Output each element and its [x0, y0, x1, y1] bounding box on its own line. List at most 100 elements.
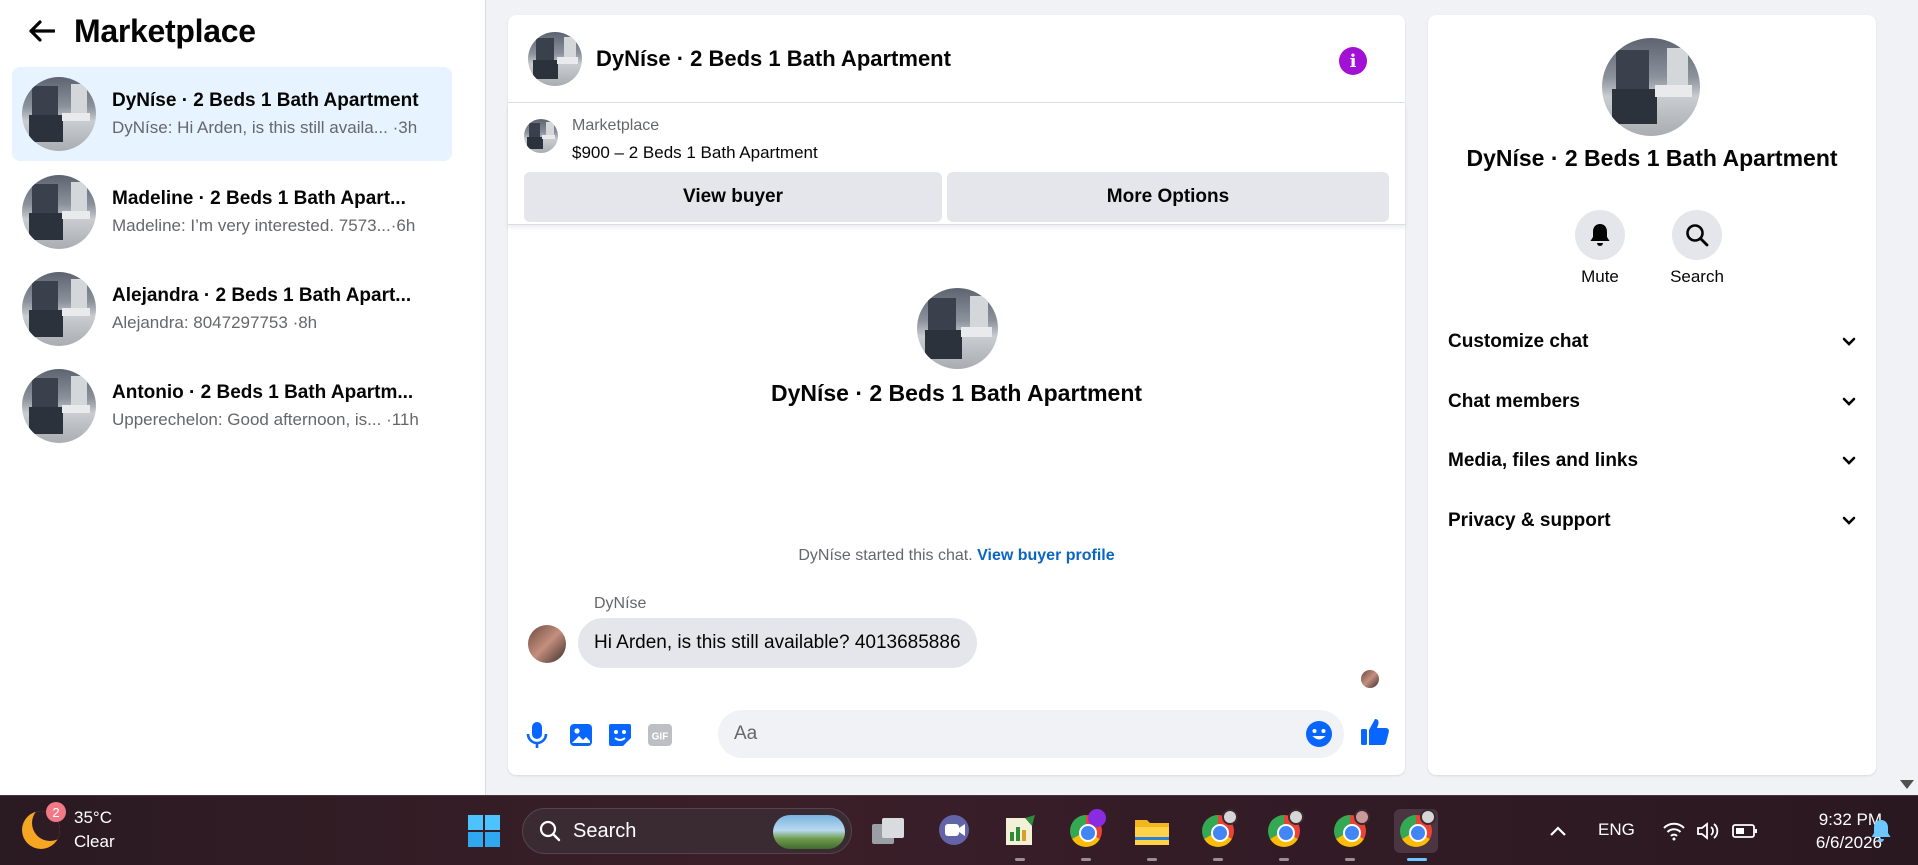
customize-chat-section[interactable]: Customize chat [1448, 322, 1856, 362]
buyer-name: DyNíse · 2 Beds 1 Bath Apartment [770, 380, 1143, 406]
conversation-item[interactable]: Alejandra · 2 Beds 1 Bath Apart... Aleja… [12, 262, 452, 356]
active-indicator [1407, 858, 1427, 861]
search-icon [539, 820, 561, 842]
conversation-name: Alejandra · 2 Beds 1 Bath Apart... [112, 285, 412, 306]
chevron-down-icon [1842, 456, 1856, 465]
taskbar-search-box[interactable]: Search [522, 808, 852, 854]
microphone-icon[interactable] [520, 718, 554, 752]
svg-text:GIF: GIF [652, 732, 669, 743]
section-label: Privacy & support [1448, 510, 1611, 531]
back-arrow-icon[interactable] [24, 13, 60, 49]
wifi-icon[interactable] [1660, 809, 1688, 853]
seen-indicator-avatar [1361, 670, 1379, 688]
conversation-item[interactable]: DyNíse · 2 Beds 1 Bath Apartment DyNíse:… [12, 67, 452, 161]
volume-icon[interactable] [1694, 809, 1722, 853]
task-view-icon[interactable] [866, 809, 910, 853]
mute-button[interactable]: Mute [1560, 210, 1640, 287]
running-indicator [1015, 858, 1025, 861]
sticker-icon[interactable] [603, 718, 637, 752]
message-bubble[interactable]: Hi Arden, is this still available? 40136… [578, 618, 977, 668]
bell-icon [1575, 210, 1625, 260]
privacy-support-section[interactable]: Privacy & support [1448, 501, 1856, 541]
section-label: Media, files and links [1448, 450, 1639, 471]
chat-header: DyNíse · 2 Beds 1 Bath Apartment [508, 15, 1405, 103]
message-composer: GIF Aa [508, 710, 1405, 760]
notification-bell-icon[interactable] [1866, 809, 1896, 853]
gif-icon[interactable]: GIF [643, 718, 677, 752]
conversation-time: ·8h [292, 313, 318, 332]
windows-taskbar: 2 35°C Clear Search ENG 9:32 PM 6/6/2026 [0, 795, 1918, 865]
chrome-icon[interactable] [1328, 809, 1372, 853]
mute-label: Mute [1581, 267, 1619, 286]
excel-chart-icon[interactable] [998, 809, 1042, 853]
chrome-icon[interactable] [1196, 809, 1240, 853]
more-options-button[interactable]: More Options [947, 172, 1389, 222]
conversation-name: DyNíse · 2 Beds 1 Bath Apartment [112, 90, 419, 111]
view-buyer-profile-link[interactable]: View buyer profile [977, 547, 1115, 564]
search-icon [1672, 210, 1722, 260]
running-indicator [1081, 858, 1091, 861]
conversation-item[interactable]: Antonio · 2 Beds 1 Bath Apartm... Uppere… [12, 359, 452, 453]
running-indicator [1345, 858, 1355, 861]
sidebar-header: Marketplace [0, 0, 485, 62]
battery-icon[interactable] [1730, 809, 1760, 853]
conversation-name: Antonio · 2 Beds 1 Bath Apartm... [112, 382, 414, 403]
notification-badge: 2 [46, 802, 66, 822]
marketplace-listing-bar: Marketplace $900 – 2 Beds 1 Bath Apartme… [508, 103, 1405, 225]
started-text: DyNíse started this chat. [798, 547, 973, 564]
conversation-sidebar: Marketplace DyNíse · 2 Beds 1 Bath Apart… [0, 0, 486, 795]
conversation-time: ·11h [386, 410, 419, 429]
chevron-down-icon [1842, 397, 1856, 406]
emoji-icon[interactable] [1302, 717, 1336, 751]
message-sender: DyNíse [594, 595, 647, 612]
conversation-name: Madeline · 2 Beds 1 Bath Apart... [112, 188, 406, 209]
listing-thumbnail[interactable] [524, 119, 558, 153]
profile-name: DyNíse · 2 Beds 1 Bath Apartment [1466, 145, 1838, 171]
section-label: Customize chat [1448, 331, 1589, 352]
running-indicator [1147, 858, 1157, 861]
conversation-time: ·6h [390, 216, 416, 235]
chrome-icon-active[interactable] [1394, 809, 1438, 853]
conversation-details-panel: DyNíse · 2 Beds 1 Bath Apartment Mute Se… [1428, 15, 1876, 775]
conversation-time: ·3h [392, 118, 418, 137]
chat-members-section[interactable]: Chat members [1448, 382, 1856, 422]
weather-widget[interactable]: 2 35°C Clear [22, 802, 115, 854]
avatar [22, 175, 96, 249]
chrome-icon[interactable] [1262, 809, 1306, 853]
file-explorer-icon[interactable] [1130, 809, 1174, 853]
chat-title[interactable]: DyNíse · 2 Beds 1 Bath Apartment [596, 46, 951, 72]
view-buyer-button[interactable]: View buyer [524, 172, 942, 222]
buyer-avatar[interactable] [917, 288, 998, 369]
search-in-chat-button[interactable]: Search [1657, 210, 1737, 287]
message-input[interactable]: Aa [718, 710, 1344, 758]
teams-icon[interactable] [932, 809, 976, 853]
conversation-preview: Madeline: I’m very interested. 7573... [112, 216, 391, 235]
marketplace-label: Marketplace [572, 117, 660, 134]
avatar [22, 77, 96, 151]
chat-avatar[interactable] [528, 31, 582, 86]
thumbs-up-icon[interactable] [1358, 715, 1392, 749]
message-input-placeholder: Aa [734, 723, 758, 744]
profile-avatar[interactable] [1602, 38, 1700, 136]
taskbar-search-label: Search [573, 819, 637, 842]
media-files-links-section[interactable]: Media, files and links [1448, 441, 1856, 481]
scroll-down-arrow-icon[interactable] [1900, 780, 1914, 789]
section-label: Chat members [1448, 391, 1580, 412]
chat-started-notice: DyNíse started this chat. View buyer pro… [508, 547, 1405, 565]
chrome-icon[interactable] [1064, 809, 1108, 853]
chevron-up-icon[interactable] [1536, 809, 1580, 853]
conversation-preview: Upperechelon: Good afternoon, is... [112, 410, 382, 429]
sender-avatar[interactable] [528, 625, 566, 663]
chevron-down-icon [1842, 516, 1856, 525]
language-indicator[interactable]: ENG [1598, 820, 1635, 840]
search-highlight-image [773, 815, 845, 849]
photo-icon[interactable] [564, 718, 598, 752]
avatar [22, 369, 96, 443]
running-indicator [1279, 858, 1289, 861]
info-icon[interactable]: i [1339, 47, 1367, 75]
windows-start-icon[interactable] [462, 809, 506, 853]
conversation-item[interactable]: Madeline · 2 Beds 1 Bath Apart... Madeli… [12, 165, 452, 259]
listing-title[interactable]: $900 – 2 Beds 1 Bath Apartment [572, 143, 818, 163]
temperature: 35°C [74, 808, 112, 827]
chat-window: DyNíse · 2 Beds 1 Bath Apartment i Marke… [508, 15, 1405, 775]
